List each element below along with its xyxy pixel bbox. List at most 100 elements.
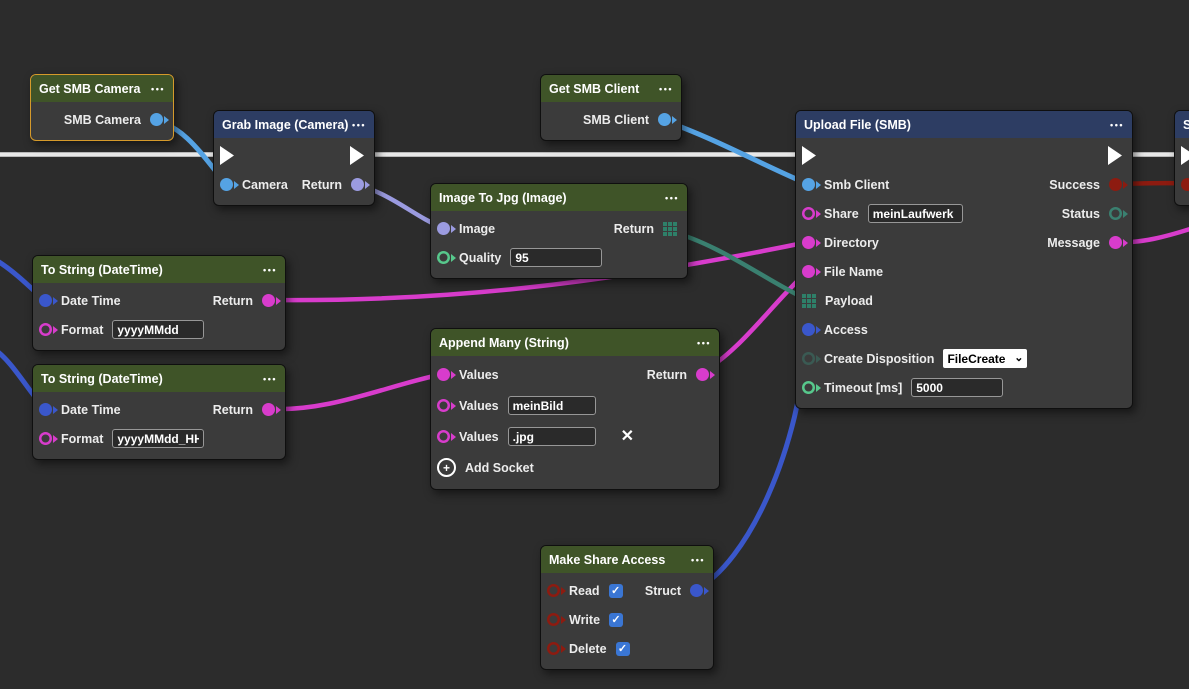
return-output-port[interactable]: [262, 294, 275, 307]
values-input-field-2[interactable]: [508, 396, 596, 415]
node-menu-icon[interactable]: •••: [263, 374, 277, 384]
values-input-port-1[interactable]: [437, 368, 450, 381]
node-menu-icon[interactable]: •••: [1110, 120, 1124, 130]
values-input-port-2[interactable]: [437, 399, 450, 412]
write-checkbox[interactable]: ✓: [609, 613, 623, 627]
quality-input-field[interactable]: [510, 248, 602, 267]
values-input-field-3[interactable]: [508, 427, 596, 446]
return-output-port[interactable]: [262, 403, 275, 416]
read-input-port[interactable]: [547, 584, 560, 597]
directory-input-port[interactable]: [802, 236, 815, 249]
node-menu-icon[interactable]: •••: [263, 265, 277, 275]
values-input-label-3: Values: [459, 430, 499, 444]
smb-camera-output-label: SMB Camera: [64, 113, 141, 127]
port-row: Values: [431, 390, 719, 421]
node-header[interactable]: Get SMB Client •••: [541, 75, 681, 102]
format-input-field[interactable]: [112, 320, 204, 339]
share-input-label: Share: [824, 207, 859, 221]
message-output-port[interactable]: [1109, 236, 1122, 249]
node-header[interactable]: To String (DateTime) •••: [33, 365, 285, 392]
node-make-share-access[interactable]: Make Share Access ••• Read ✓ Struct Writ…: [540, 545, 714, 670]
format-input-port[interactable]: [39, 432, 52, 445]
file-name-input-port[interactable]: [802, 265, 815, 278]
node-menu-icon[interactable]: •••: [659, 84, 673, 94]
payload-input-port[interactable]: [802, 294, 816, 308]
add-socket-icon[interactable]: +: [437, 458, 456, 477]
image-input-label: Image: [459, 222, 495, 236]
node-header[interactable]: Get SMB Camera •••: [31, 75, 173, 102]
share-input-port[interactable]: [802, 207, 815, 220]
node-title: Image To Jpg (Image): [439, 191, 567, 205]
share-input-field[interactable]: [868, 204, 963, 223]
directory-input-label: Directory: [824, 236, 879, 250]
values-input-label-1: Values: [459, 368, 499, 382]
write-input-port[interactable]: [547, 613, 560, 626]
timeout-input-port[interactable]: [802, 381, 815, 394]
partial-input-port[interactable]: [1181, 178, 1189, 191]
format-input-field[interactable]: [112, 429, 204, 448]
delete-checkbox[interactable]: ✓: [616, 642, 630, 656]
read-checkbox[interactable]: ✓: [609, 584, 623, 598]
node-header[interactable]: Make Share Access •••: [541, 546, 713, 573]
node-upload-file[interactable]: Upload File (SMB) ••• Smb Client Success…: [795, 110, 1133, 409]
delete-input-port[interactable]: [547, 642, 560, 655]
access-input-port[interactable]: [802, 323, 815, 336]
node-header[interactable]: Grab Image (Camera) •••: [214, 111, 374, 138]
return-output-label: Return: [302, 178, 342, 192]
values-input-port-3[interactable]: [437, 430, 450, 443]
node-to-string-1[interactable]: To String (DateTime) ••• Date Time Retur…: [32, 255, 286, 351]
node-partial-right[interactable]: S: [1174, 110, 1189, 206]
struct-output-port[interactable]: [690, 584, 703, 597]
return-output-port[interactable]: [696, 368, 709, 381]
node-header[interactable]: S: [1175, 111, 1189, 138]
node-menu-icon[interactable]: •••: [697, 338, 711, 348]
datetime-input-port[interactable]: [39, 294, 52, 307]
node-header[interactable]: Upload File (SMB) •••: [796, 111, 1132, 138]
wire-smb-client: [662, 120, 808, 184]
node-menu-icon[interactable]: •••: [691, 555, 705, 565]
datetime-input-port[interactable]: [39, 403, 52, 416]
smb-client-output-port[interactable]: [658, 113, 671, 126]
smb-client-input-port[interactable]: [802, 178, 815, 191]
return-output-port[interactable]: [351, 178, 364, 191]
remove-socket-icon[interactable]: ✕: [621, 429, 634, 445]
exec-in-pin[interactable]: [1181, 146, 1189, 165]
message-output-label: Message: [1047, 236, 1100, 250]
node-get-smb-client[interactable]: Get SMB Client ••• SMB Client: [540, 74, 682, 141]
create-disposition-input-port[interactable]: [802, 352, 815, 365]
node-title: To String (DateTime): [41, 263, 163, 277]
node-header[interactable]: Append Many (String) •••: [431, 329, 719, 356]
exec-out-pin[interactable]: [1108, 146, 1122, 165]
node-header[interactable]: To String (DateTime) •••: [33, 256, 285, 283]
timeout-input-field[interactable]: [911, 378, 1003, 397]
node-header[interactable]: Image To Jpg (Image) •••: [431, 184, 687, 211]
exec-in-pin[interactable]: [802, 146, 816, 165]
success-output-port[interactable]: [1109, 178, 1122, 191]
smb-camera-output-port[interactable]: [150, 113, 163, 126]
quality-input-port[interactable]: [437, 251, 450, 264]
node-image-to-jpg[interactable]: Image To Jpg (Image) ••• Image Return Qu…: [430, 183, 688, 279]
node-get-smb-camera[interactable]: Get SMB Camera ••• SMB Camera: [30, 74, 174, 141]
port-row: Create Disposition FileCreate ⌄: [796, 344, 1132, 373]
node-to-string-2[interactable]: To String (DateTime) ••• Date Time Retur…: [32, 364, 286, 460]
node-menu-icon[interactable]: •••: [665, 193, 679, 203]
exec-in-pin[interactable]: [220, 146, 234, 165]
camera-input-port[interactable]: [220, 178, 233, 191]
format-input-port[interactable]: [39, 323, 52, 336]
create-disposition-select[interactable]: FileCreate ⌄: [943, 349, 1027, 368]
node-editor-canvas[interactable]: Get SMB Camera ••• SMB Camera Grab Image…: [0, 0, 1189, 689]
node-grab-image[interactable]: Grab Image (Camera) ••• Camera Return: [213, 110, 375, 206]
format-input-label: Format: [61, 432, 103, 446]
port-row: Format: [33, 424, 285, 453]
return-bytearray-port[interactable]: [663, 222, 677, 236]
format-input-label: Format: [61, 323, 103, 337]
exec-out-pin[interactable]: [350, 146, 364, 165]
image-input-port[interactable]: [437, 222, 450, 235]
node-menu-icon[interactable]: •••: [352, 120, 366, 130]
node-append-many[interactable]: Append Many (String) ••• Values Return V…: [430, 328, 720, 490]
return-output-label: Return: [614, 222, 654, 236]
output-row: SMB Camera: [31, 105, 173, 134]
add-socket-row[interactable]: + Add Socket: [431, 452, 719, 483]
node-menu-icon[interactable]: •••: [151, 84, 165, 94]
status-output-port[interactable]: [1109, 207, 1122, 220]
